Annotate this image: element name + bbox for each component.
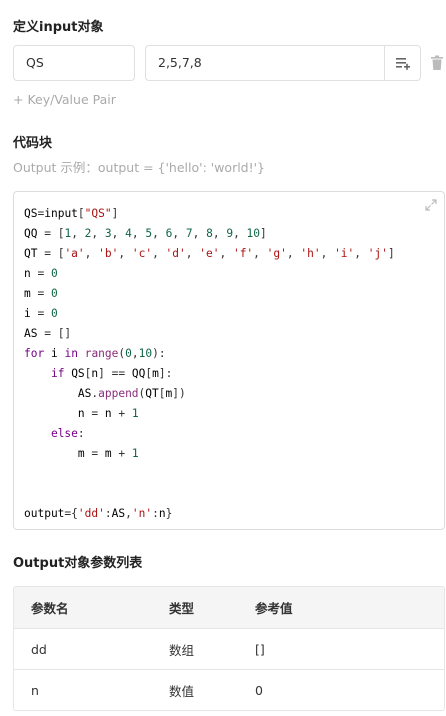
code-line: output={'dd':AS,'n':n}	[24, 507, 173, 520]
code-line: QT = ['a', 'b', 'c', 'd', 'e', 'f', 'g',…	[24, 247, 395, 260]
param-value-cell: 0	[255, 682, 263, 698]
param-name-cell: dd	[31, 641, 47, 657]
code-content: QS=input["QS"] QQ = [1, 2, 3, 4, 5, 6, 7,…	[24, 204, 395, 524]
output-params-table: 参数名 类型 参考值 dd 数组 [] n 数值 0	[13, 586, 445, 711]
header-reference-value: 参考值	[255, 601, 293, 616]
value-input-text: 2,5,7,8	[158, 55, 202, 70]
add-key-value-pair-link[interactable]: + Key/Value Pair	[13, 92, 116, 107]
value-options-button[interactable]	[384, 46, 420, 80]
expand-icon[interactable]	[425, 199, 437, 211]
code-line: else:	[50, 427, 85, 440]
code-line: QS=input["QS"]	[24, 207, 119, 220]
code-line: for i in range(0,10):	[24, 347, 166, 360]
code-line: if QS[n] == QQ[m]:	[50, 367, 173, 380]
output-section-title: Output对象参数列表	[13, 556, 143, 571]
code-line: n = 0	[24, 267, 58, 280]
table-row: n 数值 0	[14, 669, 444, 710]
param-type-cell: 数值	[169, 683, 195, 699]
trash-icon[interactable]	[430, 55, 444, 71]
code-line: AS = []	[24, 327, 72, 340]
code-line: m = m + 1	[77, 447, 139, 460]
code-line: AS.append(QT[m])	[77, 387, 186, 400]
code-line: n = n + 1	[77, 407, 139, 420]
header-param-name: 参数名	[31, 601, 69, 616]
param-name-cell: n	[31, 682, 39, 698]
code-line: i = 0	[24, 307, 58, 320]
key-input[interactable]: QS	[13, 45, 135, 81]
header-type: 类型	[169, 601, 195, 616]
list-add-icon	[395, 58, 410, 70]
code-section-title: 代码块	[13, 136, 53, 151]
table-header-row: 参数名 类型 参考值	[14, 587, 444, 628]
code-line: m = 0	[24, 287, 58, 300]
code-output-hint: Output 示例：output = {'hello': 'world!'}	[13, 160, 266, 175]
code-editor[interactable]: QS=input["QS"] QQ = [1, 2, 3, 4, 5, 6, 7,…	[13, 191, 445, 530]
code-line: QQ = [1, 2, 3, 4, 5, 6, 7, 8, 9, 10]	[24, 227, 267, 240]
param-type-cell: 数组	[169, 642, 195, 658]
param-value-cell: []	[255, 641, 265, 657]
input-section-title: 定义input对象	[13, 20, 104, 35]
value-input[interactable]: 2,5,7,8	[145, 45, 421, 81]
table-row: dd 数组 []	[14, 628, 444, 669]
